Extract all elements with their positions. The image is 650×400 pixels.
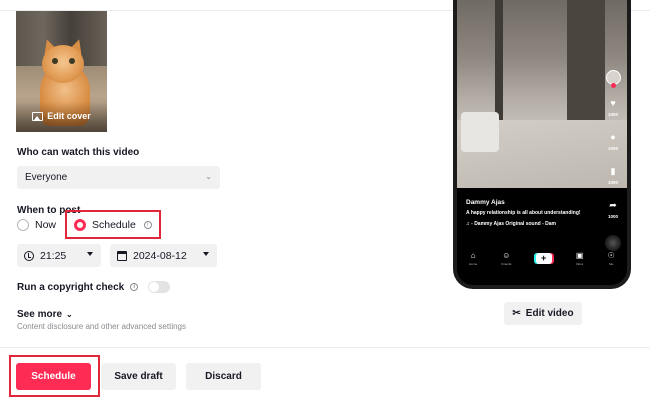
cat-eye-left — [52, 58, 58, 64]
tab-me-label: Me — [609, 262, 614, 266]
tab-friends-label: Friends — [501, 262, 512, 266]
clock-icon — [24, 250, 34, 261]
like-icon: ♥ 1000 — [607, 98, 618, 118]
comment-icon: ● 1000 — [607, 132, 618, 152]
edit-video-label: Edit video — [525, 308, 574, 319]
video-frame — [457, 0, 627, 188]
radio-now[interactable]: Now — [17, 219, 56, 231]
create-icon: + — [535, 253, 552, 264]
save-draft-button[interactable]: Save draft — [101, 363, 176, 390]
preview-caption-text: A happy relationship is all about unders… — [466, 210, 581, 216]
calendar-icon — [117, 250, 127, 261]
share-count: 1000 — [607, 214, 618, 219]
radio-icon — [17, 219, 29, 231]
discard-button[interactable]: Discard — [186, 363, 261, 390]
edit-cover-label: Edit cover — [47, 111, 91, 121]
profile-icon: ☉ Me — [607, 251, 615, 266]
time-value: 21:25 — [40, 249, 67, 262]
inbox-icon: ▣ Inbox — [575, 251, 584, 266]
edit-cover-button[interactable]: Edit cover — [16, 108, 107, 124]
preview-tab-bar: ⌂ Home ☺ Friends + ▣ Inbox ☉ Me — [457, 246, 627, 271]
home-icon: ⌂ Home — [469, 251, 478, 266]
preview-username: Dammy Ajas — [466, 199, 505, 206]
edit-video-button[interactable]: ✂ Edit video — [504, 302, 582, 325]
image-icon — [32, 111, 44, 121]
copyright-label: Run a copyright check — [17, 281, 125, 293]
see-more-label: See more — [17, 309, 63, 320]
date-value: 2024-08-12 — [133, 249, 187, 262]
bookmark-icon: ▮ 1000 — [607, 166, 618, 186]
preview-caption: Dammy Ajas A happy relationship is all a… — [466, 199, 586, 227]
friends-icon: ☺ Friends — [501, 251, 512, 266]
preview-sound: ♫ - Dammy Ajas Original sound - Dam — [466, 220, 556, 227]
highlight-box-schedule-button — [9, 355, 100, 397]
video-door-right — [567, 0, 605, 120]
privacy-select[interactable]: Everyone ⌄ — [17, 166, 220, 189]
radio-now-label: Now — [35, 219, 57, 231]
privacy-label: Who can watch this video — [17, 147, 140, 158]
chevron-down-icon: ⌄ — [205, 172, 212, 181]
copyright-row: Run a copyright check i — [17, 281, 171, 293]
see-more-button[interactable]: See more ⌄ — [17, 309, 73, 320]
highlight-box-schedule — [65, 210, 161, 239]
cat-head — [42, 45, 84, 83]
copyright-toggle[interactable] — [148, 281, 171, 293]
caret-down-icon — [203, 252, 209, 256]
tab-home-label: Home — [469, 262, 478, 266]
tab-inbox-label: Inbox — [575, 262, 584, 266]
info-icon[interactable]: i — [130, 283, 139, 291]
footer-divider — [0, 347, 650, 348]
phone-preview: ♥ 1000 ● 1000 ▮ 1000 ➦ 1000 Dammy Ajas A hap… — [453, 0, 631, 289]
avatar — [605, 70, 621, 88]
video-bag — [461, 112, 499, 152]
scissors-icon: ✂ — [512, 308, 521, 319]
comment-count: 1000 — [607, 146, 618, 151]
privacy-value: Everyone — [25, 172, 68, 183]
chevron-down-icon: ⌄ — [66, 310, 73, 319]
see-more-description: Content disclosure and other advanced se… — [17, 322, 186, 331]
caret-down-icon — [87, 252, 93, 256]
like-count: 1000 — [607, 112, 618, 117]
cat-eye-right — [69, 58, 75, 64]
preview-side-actions: ♥ 1000 ● 1000 ▮ 1000 ➦ 1000 — [605, 70, 621, 251]
time-picker[interactable]: 21:25 — [17, 244, 101, 267]
date-picker[interactable]: 2024-08-12 — [110, 244, 217, 267]
save-count: 1000 — [607, 180, 618, 185]
share-icon: ➦ 1000 — [607, 200, 618, 220]
video-door — [495, 0, 503, 120]
